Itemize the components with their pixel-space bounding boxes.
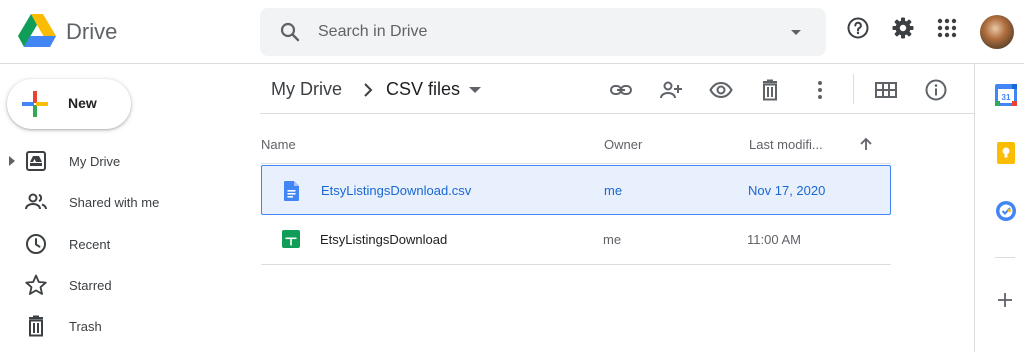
- breadcrumb-current-folder[interactable]: CSV files: [386, 79, 460, 100]
- file-row[interactable]: EtsyListingsDownload me 11:00 AM: [261, 215, 891, 265]
- new-button[interactable]: New: [7, 79, 131, 129]
- breadcrumb-root[interactable]: My Drive: [271, 79, 342, 100]
- toolbar-bottom-divider: [260, 113, 974, 114]
- column-header-name[interactable]: Name: [261, 137, 296, 152]
- sidebar-item-trash[interactable]: Trash: [0, 306, 250, 346]
- file-last-modified: 11:00 AM: [747, 232, 801, 247]
- share-icon[interactable]: [659, 78, 683, 102]
- preview-icon[interactable]: [709, 78, 733, 102]
- search-bar[interactable]: [260, 8, 826, 56]
- calendar-icon[interactable]: 31: [995, 84, 1017, 106]
- side-panel: 31: [974, 64, 1024, 352]
- help-icon[interactable]: [846, 16, 870, 40]
- column-header-last-modified[interactable]: Last modifi...: [749, 137, 823, 152]
- toolbar-divider: [853, 74, 854, 104]
- keep-icon[interactable]: [995, 142, 1017, 164]
- search-input[interactable]: [318, 19, 758, 45]
- sidebar-item-starred[interactable]: Starred: [0, 265, 250, 305]
- add-addon-plus-icon[interactable]: [997, 292, 1013, 308]
- my-drive-icon: [24, 149, 48, 173]
- get-link-icon[interactable]: [609, 78, 633, 102]
- delete-icon[interactable]: [758, 78, 782, 102]
- expand-arrow-icon[interactable]: [8, 156, 16, 166]
- shared-icon: [24, 190, 48, 214]
- csv-doc-icon: [284, 181, 300, 201]
- sidebar-item-label: Shared with me: [69, 195, 160, 210]
- file-name[interactable]: EtsyListingsDownload.csv: [321, 183, 471, 198]
- file-owner: me: [604, 183, 623, 198]
- sidebar-item-label: Trash: [69, 319, 102, 334]
- row-divider: [261, 264, 891, 265]
- tasks-icon[interactable]: [995, 200, 1017, 222]
- side-panel-divider: [995, 257, 1015, 258]
- search-options-caret-icon[interactable]: [786, 22, 806, 42]
- sheets-icon: [282, 230, 300, 248]
- grid-view-icon[interactable]: [874, 78, 898, 102]
- account-avatar[interactable]: [980, 15, 1014, 49]
- file-name[interactable]: EtsyListingsDownload: [320, 232, 447, 247]
- sidebar-item-label: Starred: [69, 278, 112, 293]
- trash-icon: [24, 314, 48, 338]
- file-owner: me: [603, 232, 622, 247]
- new-button-label: New: [68, 95, 97, 111]
- chevron-right-icon: [358, 80, 378, 100]
- calendar-day: 31: [1002, 93, 1011, 102]
- star-icon: [24, 273, 48, 297]
- column-header-owner[interactable]: Owner: [604, 137, 642, 152]
- more-actions-icon[interactable]: [808, 78, 832, 102]
- app-name[interactable]: Drive: [66, 19, 117, 45]
- file-row[interactable]: EtsyListingsDownload.csv me Nov 17, 2020: [261, 165, 891, 215]
- sort-arrow-up-icon[interactable]: [858, 136, 874, 152]
- file-last-modified: Nov 17, 2020: [748, 183, 826, 198]
- drive-logo[interactable]: [18, 14, 56, 48]
- sidebar-item-shared-with-me[interactable]: Shared with me: [0, 182, 250, 222]
- sidebar-item-recent[interactable]: Recent: [0, 224, 250, 264]
- top-bar: Drive: [0, 0, 1024, 64]
- info-icon[interactable]: [924, 78, 948, 102]
- clock-icon: [24, 232, 48, 256]
- sidebar-item-label: Recent: [69, 237, 111, 252]
- search-icon[interactable]: [278, 20, 302, 44]
- list-header-divider: [261, 163, 891, 164]
- apps-grid-icon[interactable]: [935, 16, 959, 40]
- new-plus-icon: [21, 90, 49, 118]
- settings-icon[interactable]: [891, 16, 915, 40]
- sidebar-item-my-drive[interactable]: My Drive: [0, 141, 250, 181]
- folder-menu-caret-icon[interactable]: [468, 85, 482, 95]
- sidebar-item-label: My Drive: [69, 154, 121, 169]
